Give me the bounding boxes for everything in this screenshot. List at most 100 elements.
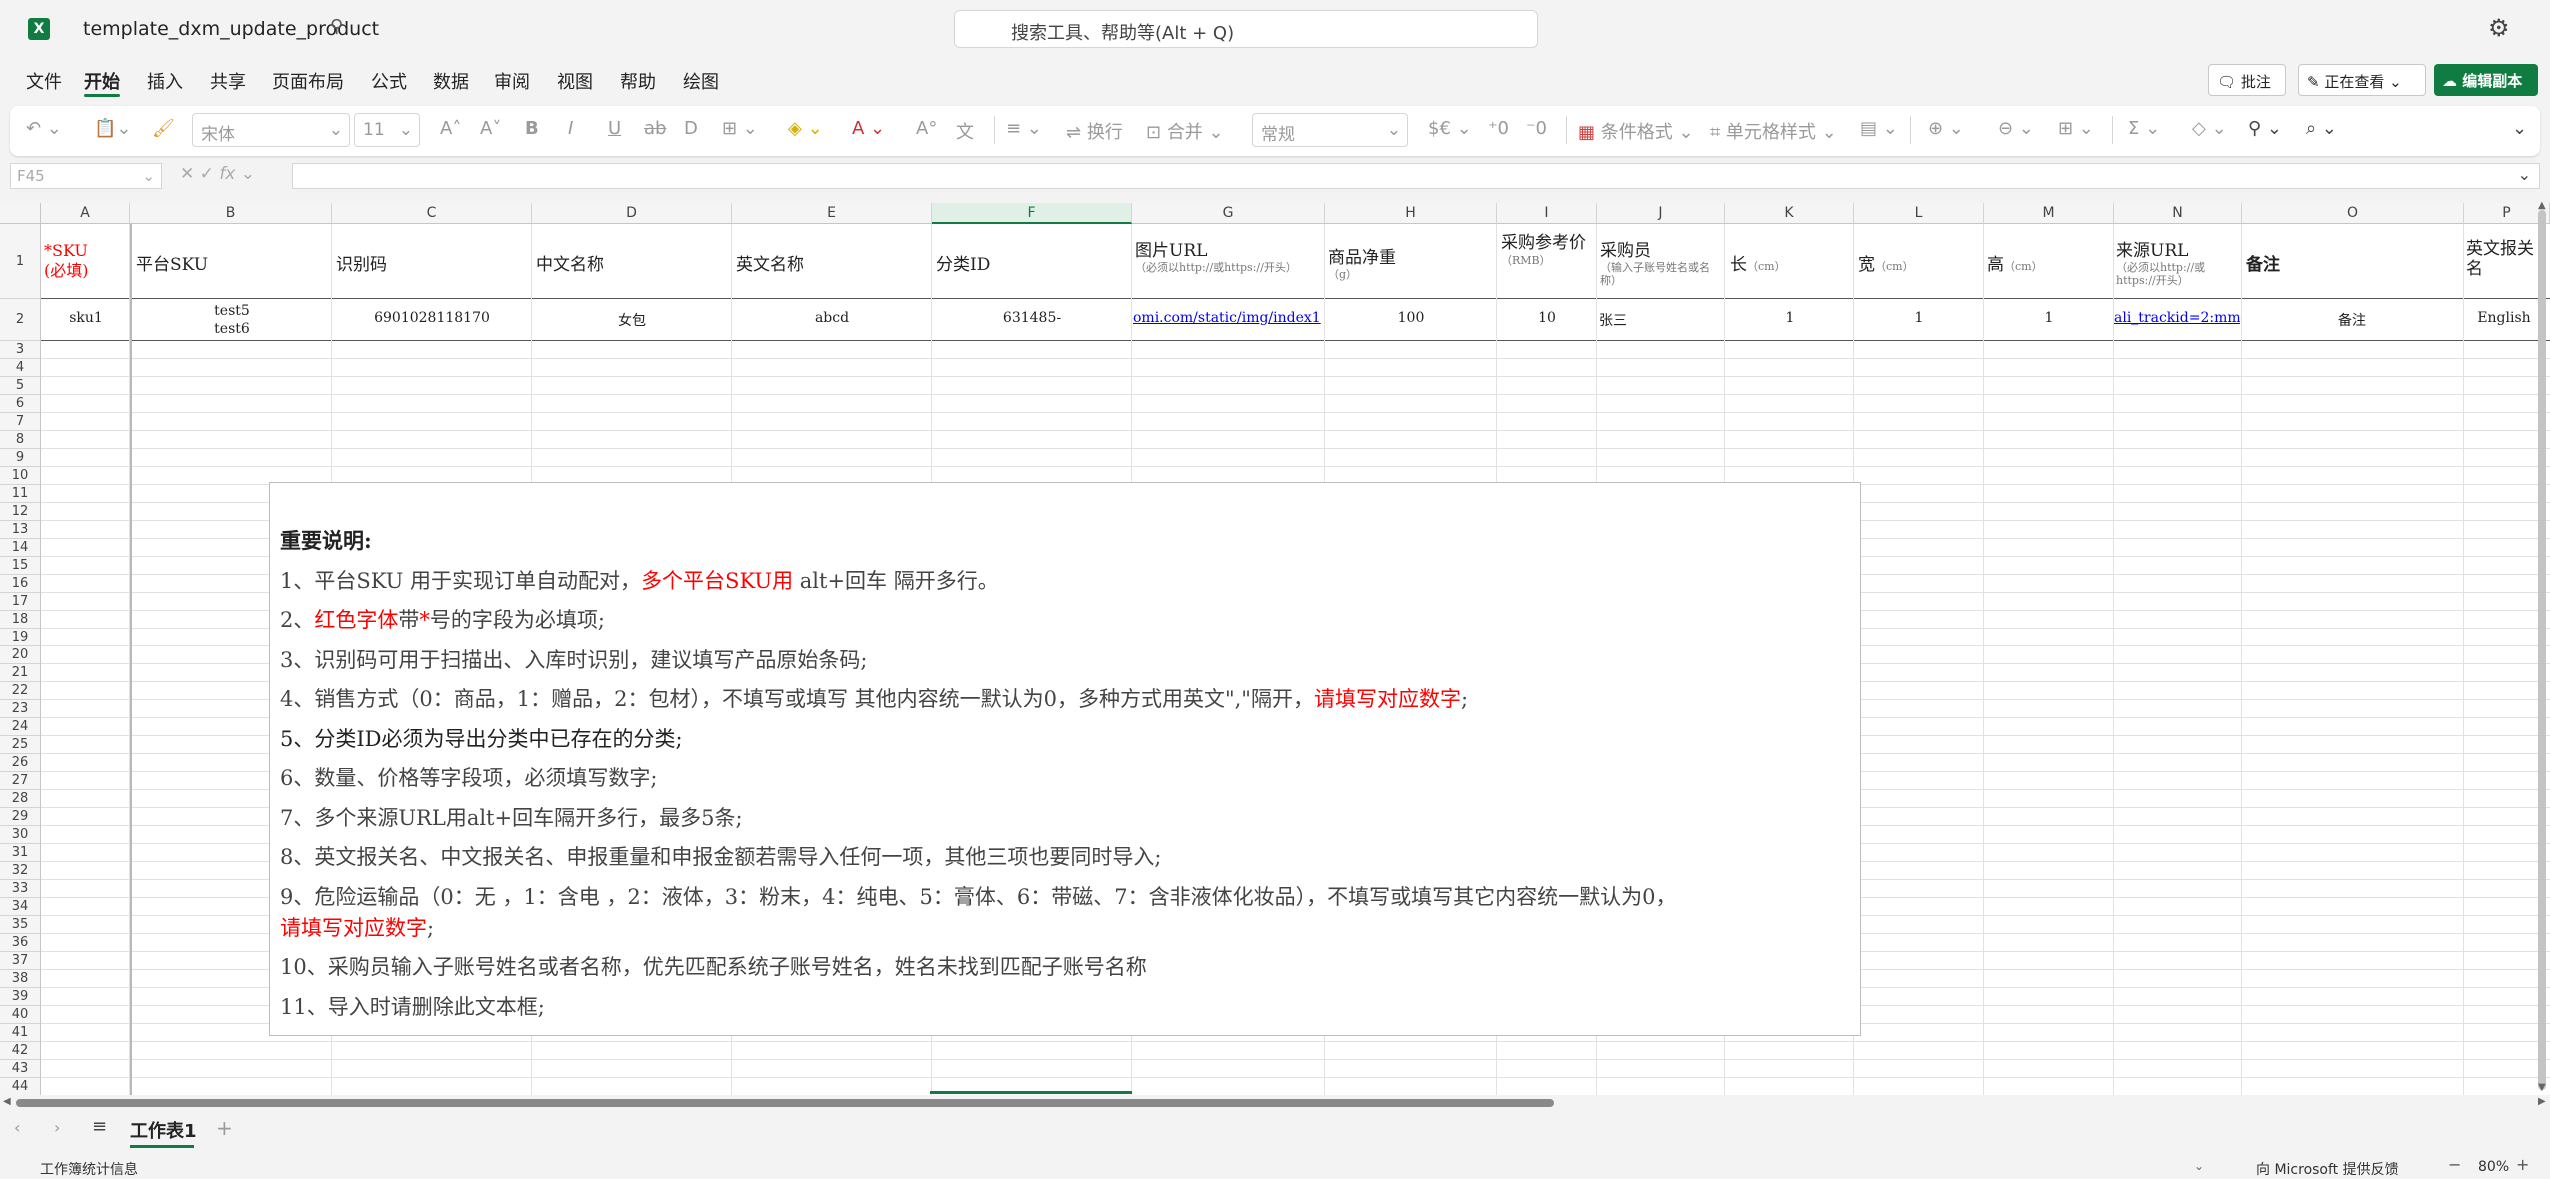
sort-filter-icon[interactable]: ⚲ ⌄	[2248, 118, 2282, 139]
increase-decimal-icon[interactable]: ⁺0	[1488, 118, 1509, 139]
conditional-format-button[interactable]: ▦ 条件格式 ⌄	[1578, 118, 1694, 144]
name-box[interactable]: F45 ⌄	[10, 163, 162, 189]
column-header-n[interactable]: N	[2114, 203, 2242, 224]
column-header-l[interactable]: L	[1854, 203, 1984, 224]
cell-b2[interactable]: test5 test6	[132, 302, 332, 338]
row-header-22[interactable]: 22	[0, 682, 41, 701]
viewing-mode-button[interactable]: ✎ 正在查看 ⌄	[2298, 64, 2426, 96]
confirm-icon[interactable]: ✓	[200, 164, 220, 184]
cell-o2[interactable]: 备注	[2242, 310, 2462, 330]
cell-j2[interactable]: 张三	[1599, 310, 1723, 330]
row-header-10[interactable]: 10	[0, 466, 41, 485]
header-platform-sku[interactable]: 平台SKU	[136, 250, 208, 275]
borders-icon[interactable]: ⊞ ⌄	[722, 118, 758, 139]
increase-font-icon[interactable]: A˄	[440, 118, 461, 139]
row-header-14[interactable]: 14	[0, 538, 41, 557]
cell-e2[interactable]: abcd	[732, 310, 932, 326]
paste-icon[interactable]: 📋⌄	[94, 118, 132, 139]
menu-help[interactable]: 帮助	[620, 68, 656, 94]
row-header-41[interactable]: 41	[0, 1023, 41, 1042]
decrease-font-icon[interactable]: A˅	[480, 118, 501, 139]
row-header-9[interactable]: 9	[0, 448, 41, 467]
row-header-7[interactable]: 7	[0, 412, 41, 431]
number-format-select[interactable]: 常规 ⌄	[1252, 113, 1408, 147]
row-header-33[interactable]: 33	[0, 880, 41, 899]
row-header-11[interactable]: 11	[0, 484, 41, 503]
prev-sheet-icon[interactable]: ‹	[14, 1118, 20, 1137]
scroll-up-arrow-icon[interactable]: ▲	[2538, 200, 2546, 211]
font-size-select[interactable]: 11 ⌄	[354, 113, 420, 147]
cell-g2-link[interactable]: omi.com/static/img/index1	[1133, 310, 1323, 326]
header-sku[interactable]: *SKU (必填)	[44, 241, 128, 281]
row-header-28[interactable]: 28	[0, 790, 41, 809]
align-icon[interactable]: ≡ ⌄	[1006, 118, 1042, 139]
menu-share[interactable]: 共享	[210, 68, 246, 94]
feedback-link[interactable]: 向 Microsoft 提供反馈	[2256, 1159, 2399, 1179]
header-source-url[interactable]: 来源URL （必须以http://或https://开头）	[2116, 236, 2242, 287]
row-header-3[interactable]: 3	[0, 341, 41, 359]
row-header-12[interactable]: 12	[0, 502, 41, 521]
pin-icon[interactable]: ⚲	[330, 16, 343, 37]
column-header-o[interactable]: O	[2242, 203, 2464, 224]
row-header-19[interactable]: 19	[0, 628, 41, 647]
row-header-17[interactable]: 17	[0, 592, 41, 611]
row-header-29[interactable]: 29	[0, 808, 41, 827]
row-header-30[interactable]: 30	[0, 826, 41, 845]
cell-styles-button[interactable]: ⌗ 单元格样式 ⌄	[1710, 118, 1837, 144]
menu-review[interactable]: 审阅	[494, 68, 530, 94]
header-width[interactable]: 宽（cm）	[1858, 250, 1914, 275]
row-header-31[interactable]: 31	[0, 844, 41, 863]
clear-icon[interactable]: ◇ ⌄	[2192, 118, 2227, 139]
header-height[interactable]: 高（cm）	[1987, 250, 2043, 275]
search-box[interactable]: 搜索工具、帮助等(Alt + Q)	[954, 10, 1538, 48]
row-header-8[interactable]: 8	[0, 430, 41, 449]
row-header-25[interactable]: 25	[0, 736, 41, 755]
row-header-21[interactable]: 21	[0, 664, 41, 683]
bold-icon[interactable]: B	[525, 118, 539, 139]
undo-icon[interactable]: ↶ ⌄	[26, 118, 62, 139]
menu-view[interactable]: 视图	[557, 68, 593, 94]
comment-button[interactable]: 🗨 批注	[2208, 64, 2286, 96]
decrease-decimal-icon[interactable]: ⁻0	[1526, 118, 1547, 139]
phonetic-icon[interactable]: 文	[956, 118, 974, 144]
column-header-m[interactable]: M	[1984, 203, 2114, 224]
row-header-4[interactable]: 4	[0, 358, 41, 377]
zoom-level[interactable]: 80%	[2478, 1159, 2509, 1175]
column-header-i[interactable]: I	[1497, 203, 1597, 224]
next-sheet-icon[interactable]: ›	[54, 1118, 60, 1137]
settings-gear-icon[interactable]: ⚙	[2488, 14, 2510, 42]
menu-data[interactable]: 数据	[433, 68, 469, 94]
row-header-39[interactable]: 39	[0, 987, 41, 1006]
row-header-2[interactable]: 2	[0, 299, 41, 341]
scroll-down-arrow-icon[interactable]: ▼	[2538, 1082, 2546, 1093]
column-header-b[interactable]: B	[130, 203, 332, 224]
add-sheet-icon[interactable]: +	[216, 1116, 233, 1140]
row-header-34[interactable]: 34	[0, 898, 41, 917]
row-header-5[interactable]: 5	[0, 376, 41, 395]
row-header-35[interactable]: 35	[0, 916, 41, 934]
formula-input[interactable]: ⌄	[292, 163, 2540, 189]
cell-c2[interactable]: 6901028118170	[332, 310, 532, 326]
zoom-out-icon[interactable]: −	[2448, 1155, 2461, 1174]
currency-icon[interactable]: $€ ⌄	[1428, 118, 1472, 139]
font-color-icon[interactable]: A ⌄	[852, 118, 885, 139]
insert-cells-icon[interactable]: ⊕ ⌄	[1928, 118, 1964, 139]
horizontal-scrollbar[interactable]	[16, 1099, 1554, 1107]
autosum-icon[interactable]: Σ ⌄	[2128, 118, 2160, 139]
column-header-f[interactable]: F	[932, 203, 1132, 224]
row-header-37[interactable]: 37	[0, 951, 41, 970]
double-underline-icon[interactable]: D	[684, 118, 698, 139]
column-header-a[interactable]: A	[41, 203, 130, 224]
function-icon[interactable]: fx ⌄	[219, 164, 255, 184]
row-header-15[interactable]: 15	[0, 556, 41, 575]
status-chevron-icon[interactable]: ⌄	[2194, 1159, 2204, 1173]
format-as-table-icon[interactable]: ▤ ⌄	[1860, 118, 1898, 139]
cell-l2[interactable]: 1	[1854, 310, 1984, 326]
row-header-13[interactable]: 13	[0, 520, 41, 539]
menu-draw[interactable]: 绘图	[683, 68, 719, 94]
row-header-20[interactable]: 20	[0, 646, 41, 665]
row-header-18[interactable]: 18	[0, 610, 41, 629]
text-effects-icon[interactable]: A°	[916, 118, 937, 139]
row-header-24[interactable]: 24	[0, 718, 41, 737]
header-length[interactable]: 长（cm）	[1730, 250, 1786, 275]
